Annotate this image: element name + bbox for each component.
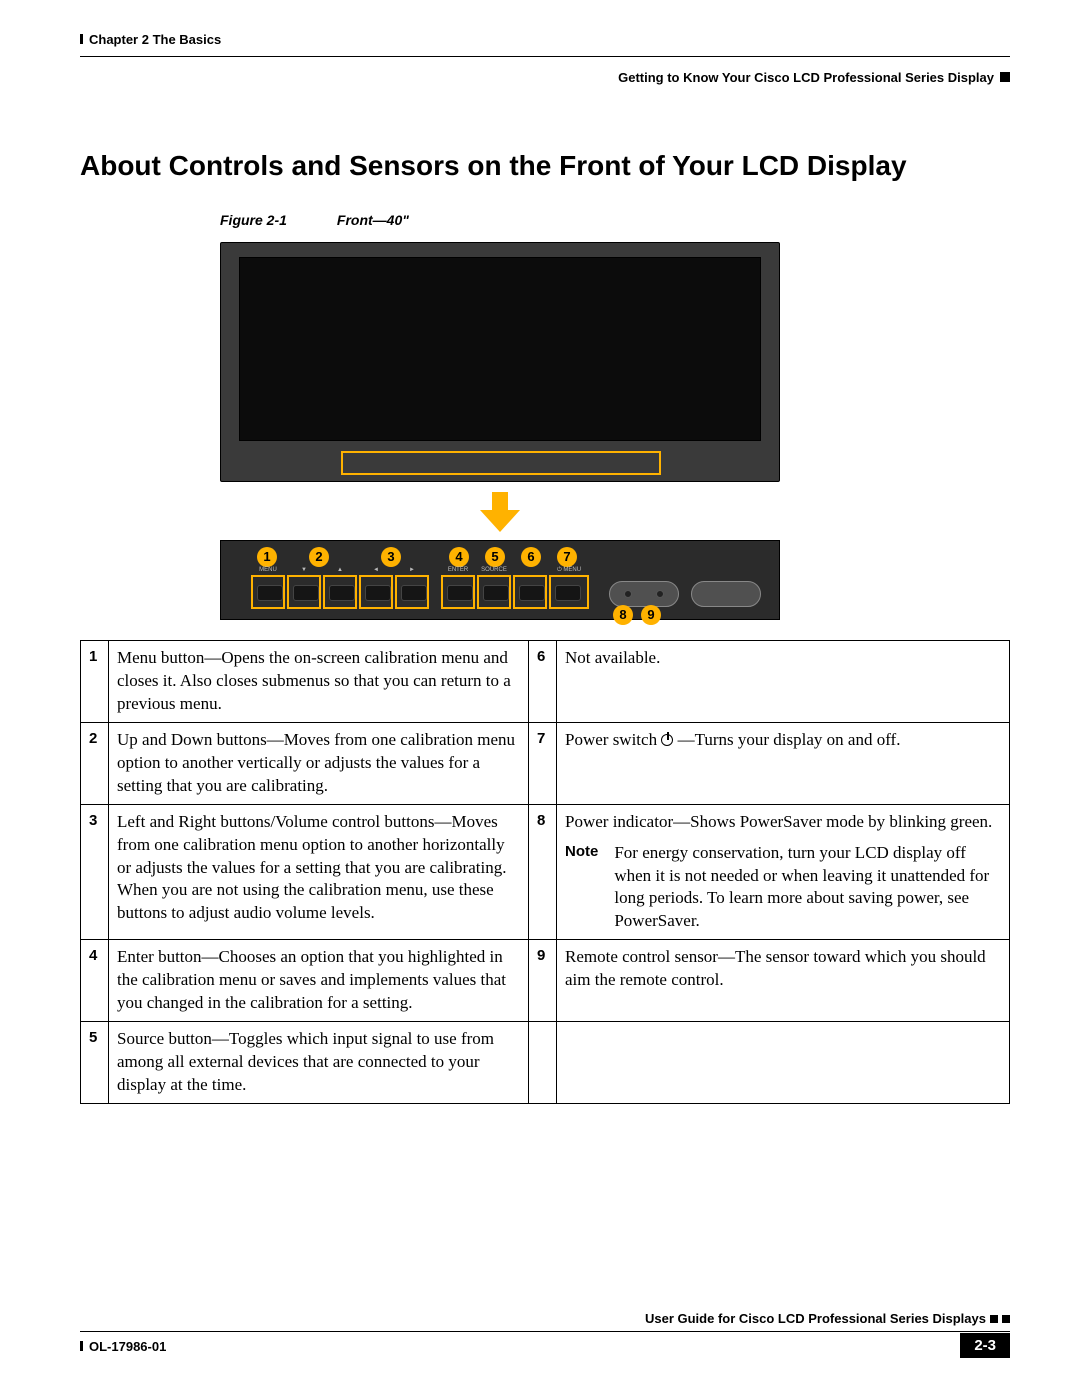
row-left-number: 2: [81, 722, 109, 804]
monitor-screen: [239, 257, 761, 441]
left-button-slot: [359, 575, 393, 609]
row-left-desc: Menu button—Opens the on-screen calibrat…: [109, 641, 529, 723]
source-button-slot: [477, 575, 511, 609]
table-row: 4Enter button—Chooses an option that you…: [81, 940, 1010, 1022]
callout-3: 3: [381, 547, 401, 567]
callout-9: 9: [641, 605, 661, 625]
btn-label-up: ▲: [323, 567, 357, 573]
btn-label-enter: ENTER: [441, 567, 475, 573]
row-right-desc: Power indicator—Shows PowerSaver mode by…: [557, 804, 1010, 940]
figure-front-40: 1 2 3 4 5 6 7 MENU ▼ ▲ ◄ ► ENTER SOURCE …: [220, 242, 780, 620]
callout-2: 2: [309, 547, 329, 567]
control-panel-zoom: 1 2 3 4 5 6 7 MENU ▼ ▲ ◄ ► ENTER SOURCE …: [220, 540, 780, 620]
figure-label: Figure 2-1: [220, 212, 287, 228]
down-button-slot: [287, 575, 321, 609]
header-chapter-text: Chapter 2 The Basics: [89, 32, 221, 47]
row-left-number: 4: [81, 940, 109, 1022]
row-right-desc: [557, 1022, 1010, 1104]
row-left-number: 5: [81, 1022, 109, 1104]
monitor-illustration: [220, 242, 780, 482]
page-footer: User Guide for Cisco LCD Professional Se…: [80, 1311, 1010, 1361]
callout-8: 8: [613, 605, 633, 625]
up-button-slot: [323, 575, 357, 609]
note-label: Note: [565, 842, 598, 934]
footer-guide: User Guide for Cisco LCD Professional Se…: [645, 1311, 1010, 1326]
btn-label-left: ◄: [359, 567, 393, 573]
menu-button-slot: [251, 575, 285, 609]
footer-guide-text: User Guide for Cisco LCD Professional Se…: [645, 1311, 986, 1326]
header-subtitle-text: Getting to Know Your Cisco LCD Professio…: [618, 70, 994, 85]
note-text: For energy conservation, turn your LCD d…: [614, 842, 1001, 934]
na-button-slot: [513, 575, 547, 609]
row-left-desc: Up and Down buttons—Moves from one calib…: [109, 722, 529, 804]
table-row: 5Source button—Toggles which input signa…: [81, 1022, 1010, 1104]
power-button-slot: [549, 575, 589, 609]
note-block: Note For energy conservation, turn your L…: [565, 842, 1001, 934]
row-right-desc: Power switch —Turns your display on and …: [557, 722, 1010, 804]
table-row: 2Up and Down buttons—Moves from one cali…: [81, 722, 1010, 804]
figure-title: Front—40": [337, 212, 409, 228]
sensor-oval: [691, 581, 761, 607]
btn-label-down: ▼: [287, 567, 321, 573]
btn-label-right: ►: [395, 567, 429, 573]
callout-6: 6: [521, 547, 541, 567]
right-button-slot: [395, 575, 429, 609]
footer-doc-number: OL-17986-01: [80, 1339, 166, 1354]
callout-7: 7: [557, 547, 577, 567]
row-left-number: 1: [81, 641, 109, 723]
figure-caption: Figure 2-1 Front—40": [220, 212, 1010, 228]
row-right-number: 9: [529, 940, 557, 1022]
footer-page-number: 2-3: [960, 1333, 1010, 1358]
btn-label-menu: MENU: [251, 567, 285, 573]
page-header: Chapter 2 The Basics Getting to Know You…: [80, 30, 1010, 70]
controls-reference-table: 1Menu button—Opens the on-screen calibra…: [80, 640, 1010, 1104]
callout-5: 5: [485, 547, 505, 567]
btn-label-source: SOURCE: [477, 567, 511, 573]
btn-label-power: ⏻ MENU: [547, 567, 591, 574]
row-left-number: 3: [81, 804, 109, 940]
row-left-desc: Left and Right buttons/Volume control bu…: [109, 804, 529, 940]
row-right-number: 8: [529, 804, 557, 940]
panel-highlight: [341, 451, 661, 475]
callout-4: 4: [449, 547, 469, 567]
callout-1: 1: [257, 547, 277, 567]
section-title: About Controls and Sensors on the Front …: [80, 150, 1010, 182]
indicator-oval: [609, 581, 679, 607]
row-right-desc: Remote control sensor—The sensor toward …: [557, 940, 1010, 1022]
row-right-desc: Not available.: [557, 641, 1010, 723]
row-left-desc: Source button—Toggles which input signal…: [109, 1022, 529, 1104]
header-subtitle: Getting to Know Your Cisco LCD Professio…: [618, 70, 1010, 85]
row-left-desc: Enter button—Chooses an option that you …: [109, 940, 529, 1022]
footer-doc-text: OL-17986-01: [89, 1339, 166, 1354]
row-right-number: 6: [529, 641, 557, 723]
table-row: 1Menu button—Opens the on-screen calibra…: [81, 641, 1010, 723]
arrow-down-icon: [480, 492, 520, 532]
power-icon: [661, 734, 673, 746]
row-right-number: [529, 1022, 557, 1104]
header-chapter: Chapter 2 The Basics: [80, 32, 221, 47]
table-row: 3Left and Right buttons/Volume control b…: [81, 804, 1010, 940]
enter-button-slot: [441, 575, 475, 609]
row-right-number: 7: [529, 722, 557, 804]
